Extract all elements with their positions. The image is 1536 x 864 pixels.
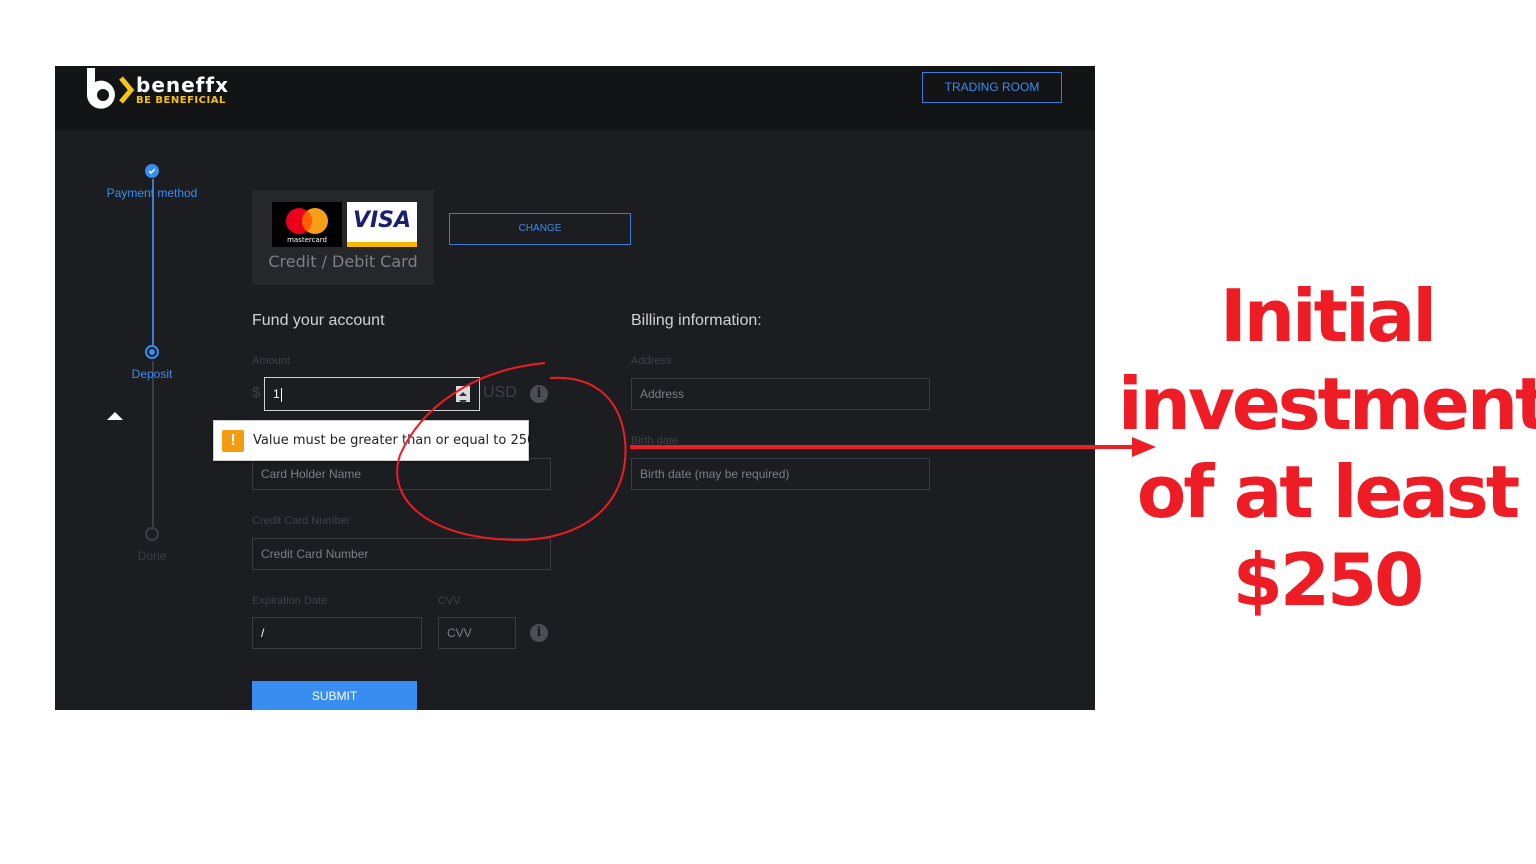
annotation-line-3: of at least: [1136, 450, 1520, 534]
annotation-text: Initial investment of at least $250: [1118, 272, 1536, 624]
red-circle-annotation: [396, 362, 627, 542]
annotation-line-1: Initial: [1219, 274, 1437, 358]
annotation-line-4: $250: [1232, 538, 1424, 622]
annotation-line-2: investment: [1118, 362, 1536, 446]
